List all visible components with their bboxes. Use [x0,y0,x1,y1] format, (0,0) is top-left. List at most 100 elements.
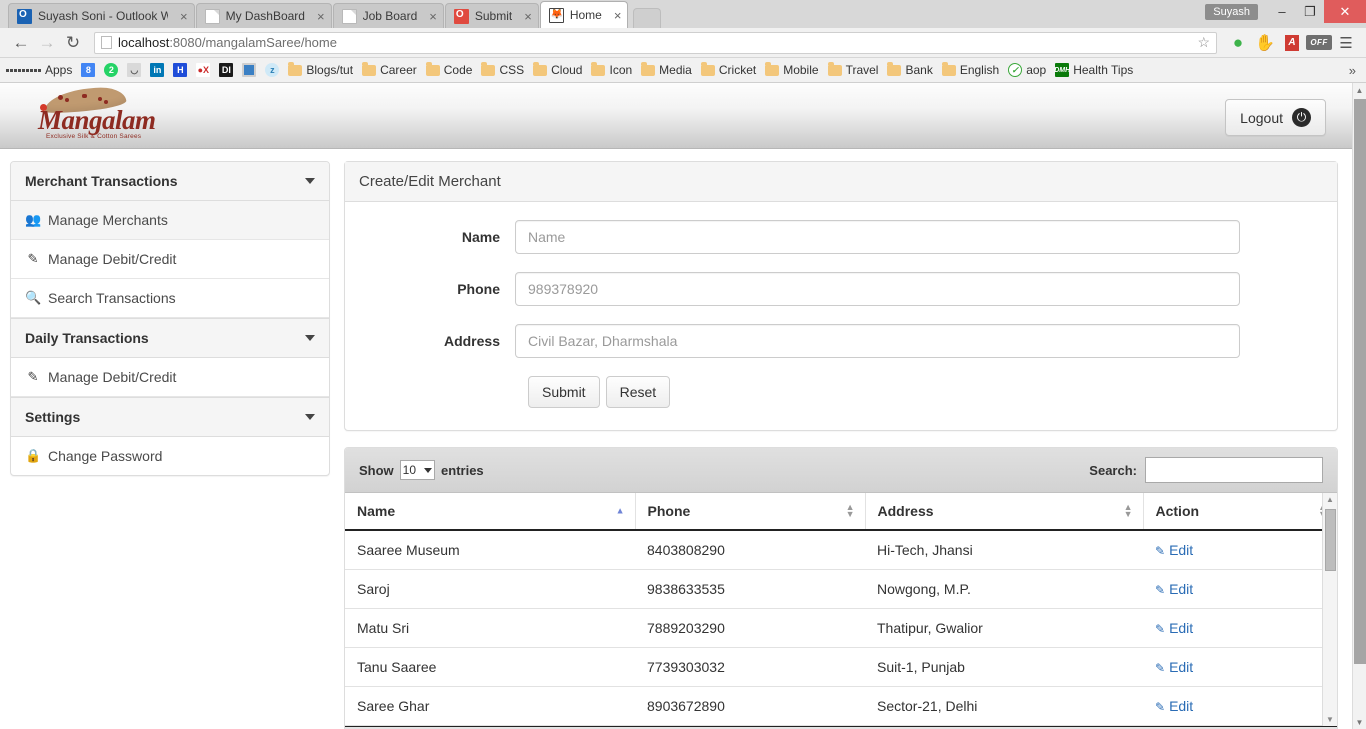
sidebar-group-daily-transactions[interactable]: Daily Transactions [11,318,329,358]
bookmark-label: Apps [45,63,73,77]
tab-close-icon[interactable]: × [429,10,437,23]
logout-button[interactable]: Logout ⏻ [1225,99,1326,136]
bookmark-zoho[interactable]: z [265,63,280,77]
table-row[interactable]: Saree Ghar 8903672890 Sector-21, Delhi ✎… [345,686,1337,726]
merchant-form: Name Phone Address [345,202,1337,430]
bookmark-folder-blogstut[interactable]: Blogs/tut [288,61,353,77]
column-label: Phone [647,503,691,519]
sidebar-item-manage-debit-credit-merchant[interactable]: ✎ Manage Debit/Credit [11,240,329,279]
window-close-button[interactable]: ✕ [1324,0,1366,23]
bookmark-folder-bank[interactable]: Bank [887,61,933,77]
bookmark-linkedin[interactable]: in [150,63,165,77]
bookmark-folder-cricket[interactable]: Cricket [700,61,756,77]
page-length-select[interactable]: 10 [399,460,436,480]
bookmark-folder-cloud[interactable]: Cloud [533,61,582,77]
location-pin-icon[interactable]: ● [1226,31,1250,55]
bookmark-folder-icon[interactable]: Icon [591,61,632,77]
merchants-datatable: Show 10 entries Search: Name ▲ Phone ▲ ▼… [344,447,1338,729]
minimize-button[interactable]: – [1268,0,1296,23]
maximize-button[interactable]: ❐ [1296,0,1324,23]
cell-action: ✎ Edit [1143,608,1337,648]
tab-close-icon[interactable]: × [524,10,532,23]
site-logo[interactable]: Mangalam Exclusive Silk & Cotton Sarees [32,84,156,145]
adblock-icon[interactable]: ✋ [1253,31,1277,55]
cell-action: ✎ Edit [1143,530,1337,570]
submit-button[interactable]: Submit [528,376,600,408]
profile-chip[interactable]: Suyash [1205,3,1258,20]
browser-tab-2[interactable]: Job Board × [332,3,444,28]
address-bar[interactable]: localhost:8080/mangalamSaree/home ☆ [94,31,1217,54]
off-toggle-icon[interactable]: OFF [1306,31,1332,55]
bookmark-label: Health Tips [1073,63,1134,77]
bookmark-folder-mobile[interactable]: Mobile [765,61,819,77]
bookmark-star-icon[interactable]: ☆ [1197,34,1210,51]
table-row[interactable]: Saroj 9838633535 Nowgong, M.P. ✎ Edit [345,569,1337,609]
cell-name: Matu Sri [345,608,635,648]
cell-action: ✎ Edit [1143,686,1337,726]
column-header-phone[interactable]: Phone ▲ ▼ [635,493,866,531]
new-tab-button[interactable] [633,8,662,28]
sidebar-group-merchant-transactions[interactable]: Merchant Transactions [11,162,329,201]
sidebar-item-manage-merchants[interactable]: 👥 Manage Merchants [11,201,329,240]
name-input[interactable] [515,220,1240,254]
reload-icon[interactable]: ↻ [60,30,86,56]
bookmark-di[interactable]: DI [219,63,234,77]
bookmark-photo[interactable]: ◡ [127,63,142,77]
table-vertical-scrollbar[interactable]: ▲ ▼ [1322,493,1337,726]
browser-tab-0[interactable]: Suyash Soni - Outlook We × [8,3,195,28]
edit-link[interactable]: Edit [1169,581,1193,597]
bookmark-folder-css[interactable]: CSS [481,61,524,77]
tab-close-icon[interactable]: × [317,10,325,23]
search-input[interactable] [1145,457,1323,483]
phone-input[interactable] [515,272,1240,306]
page-info-icon[interactable] [101,36,112,49]
sidebar-item-manage-debit-credit-daily[interactable]: ✎ Manage Debit/Credit [11,358,329,397]
page-vertical-scrollbar[interactable]: ▲ ▼ [1352,83,1366,729]
tab-close-icon[interactable]: × [614,9,622,22]
page-scroll-up-icon[interactable]: ▲ [1353,83,1366,97]
reset-button[interactable]: Reset [605,376,671,408]
edit-link[interactable]: Edit [1169,659,1193,675]
scroll-down-icon[interactable]: ▼ [1323,713,1337,726]
edit-link[interactable]: Edit [1169,542,1193,558]
table-row[interactable]: Matu Sri 7889203290 Thatipur, Gwalior ✎ E… [345,608,1337,648]
page-scrollbar-thumb[interactable] [1354,99,1366,664]
sidebar-item-search-transactions[interactable]: 🔍 Search Transactions [11,279,329,318]
bookmark-folder-media[interactable]: Media [641,61,692,77]
bookmark-hackerrank[interactable]: H [173,63,188,77]
tab-close-icon[interactable]: × [180,10,188,23]
bookmark-folder-english[interactable]: English [941,61,999,77]
bookmark-folder-career[interactable]: Career [362,61,417,77]
browser-tab-3[interactable]: Submit × [444,3,539,28]
table-row[interactable]: Tanu Saaree 7739303032 Suit-1, Punjab ✎ E… [345,647,1337,687]
column-header-address[interactable]: Address ▲ ▼ [865,493,1144,531]
bookmarks-overflow-icon[interactable]: » [1349,63,1360,78]
forward-icon[interactable]: → [34,30,60,56]
scrollbar-thumb[interactable] [1325,509,1336,571]
column-header-action[interactable]: Action ▲▼ [1143,493,1337,531]
table-row[interactable]: Saaree Museum 8403808290 Hi-Tech, Jhansi… [345,530,1337,570]
scroll-up-icon[interactable]: ▲ [1323,493,1337,506]
url-host: localhost [118,35,170,50]
back-icon[interactable]: ← [8,30,34,56]
column-header-name[interactable]: Name ▲ [345,493,636,531]
sidebar-item-change-password[interactable]: 🔒 Change Password [11,437,329,475]
bookmark-x[interactable]: ●X [196,63,211,77]
bookmark-folder-travel[interactable]: Travel [827,61,878,77]
bookmark-folder-code[interactable]: Code [425,61,472,77]
bookmark-health-tips[interactable]: DMH Health Tips [1054,63,1134,77]
edit-link[interactable]: Edit [1169,698,1193,714]
sidebar-group-settings[interactable]: Settings [11,397,329,437]
browser-tab-4-active[interactable]: Home × [539,1,629,28]
bookmark-screen[interactable] [242,63,257,77]
edit-link[interactable]: Edit [1169,620,1193,636]
chrome-menu-icon[interactable]: ☰ [1334,31,1358,55]
bookmark-aop[interactable]: ✓ aop [1008,63,1046,77]
dictionary-icon[interactable]: A [1280,31,1304,55]
address-input[interactable] [515,324,1240,358]
bookmark-whatsapp[interactable]: 2 [104,63,119,77]
bookmark-apps[interactable]: Apps [6,63,72,77]
page-scroll-down-icon[interactable]: ▼ [1353,715,1366,729]
browser-tab-1[interactable]: My DashBoard × [195,3,332,28]
bookmark-google[interactable]: 8 [81,63,96,77]
